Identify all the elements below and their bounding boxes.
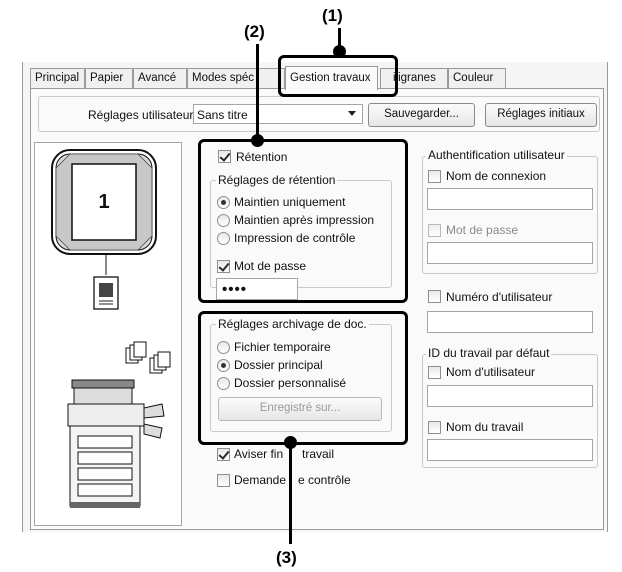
callout-2-pointer <box>256 44 259 140</box>
user-settings-value: Sans titre <box>197 108 248 122</box>
login-name-checkbox[interactable] <box>428 170 441 183</box>
callout-3: (3) <box>276 548 297 567</box>
notify-end-label-b: travail <box>302 447 335 461</box>
confirm-request-label-b: e contrôle <box>298 473 351 487</box>
job-name-label: Nom du travail <box>446 420 524 434</box>
user-number-label: Numéro d'utilisateur <box>446 290 553 304</box>
tab-principal[interactable]: Principal <box>30 68 85 88</box>
initial-settings-button[interactable]: Réglages initiaux <box>485 103 597 127</box>
tab-gestion-travaux[interactable]: Gestion travaux <box>285 66 378 90</box>
login-name-input[interactable] <box>427 188 593 210</box>
user-name-input[interactable] <box>427 385 593 407</box>
tab-avance[interactable]: Avancé <box>133 68 187 88</box>
confirm-request-checkbox[interactable] <box>217 474 230 487</box>
save-settings-button[interactable]: Sauvegarder... <box>368 103 475 127</box>
stacked-documents-icon <box>125 341 171 374</box>
login-name-label: Nom de connexion <box>446 169 547 183</box>
callout-1-dot <box>333 45 346 58</box>
tab-couleur[interactable]: Couleur <box>448 68 506 88</box>
tab-modes-speciaux[interactable]: Modes spéc <box>187 68 285 88</box>
callout-3-pointer <box>289 444 292 544</box>
callout-2: (2) <box>244 22 265 41</box>
notify-end-label-a: Aviser fin <box>234 447 284 461</box>
user-name-label: Nom d'utilisateur <box>446 365 535 379</box>
auth-password-checkbox[interactable] <box>428 224 441 237</box>
highlight-retention-settings <box>198 139 408 303</box>
user-number-input[interactable] <box>427 311 593 333</box>
document-icon <box>93 255 119 310</box>
highlight-archive-settings <box>198 311 408 445</box>
printer-icon <box>67 379 165 508</box>
tab-papier[interactable]: Papier <box>85 68 133 88</box>
user-settings-label: Réglages utilisateur: <box>88 108 197 122</box>
callout-1: (1) <box>322 6 343 25</box>
job-name-checkbox[interactable] <box>428 421 441 434</box>
callout-2-dot <box>251 134 264 147</box>
callout-3-dot <box>284 436 297 449</box>
confirm-request-label-a: Demande <box>234 473 287 487</box>
preview-page-number: 1 <box>98 191 109 213</box>
user-name-checkbox[interactable] <box>428 366 441 379</box>
auth-password-input[interactable] <box>427 242 593 264</box>
page-preview-icon: 1 <box>51 149 157 255</box>
user-number-checkbox[interactable] <box>428 290 441 303</box>
auth-password-label: Mot de passe <box>446 223 519 237</box>
user-settings-select[interactable]: Sans titre <box>193 104 363 124</box>
job-id-group-label: ID du travail par défaut <box>426 346 552 360</box>
job-name-input[interactable] <box>427 439 593 461</box>
chevron-down-icon <box>348 111 356 116</box>
auth-group-label: Authentification utilisateur <box>426 148 567 162</box>
notify-end-checkbox[interactable] <box>217 448 230 461</box>
